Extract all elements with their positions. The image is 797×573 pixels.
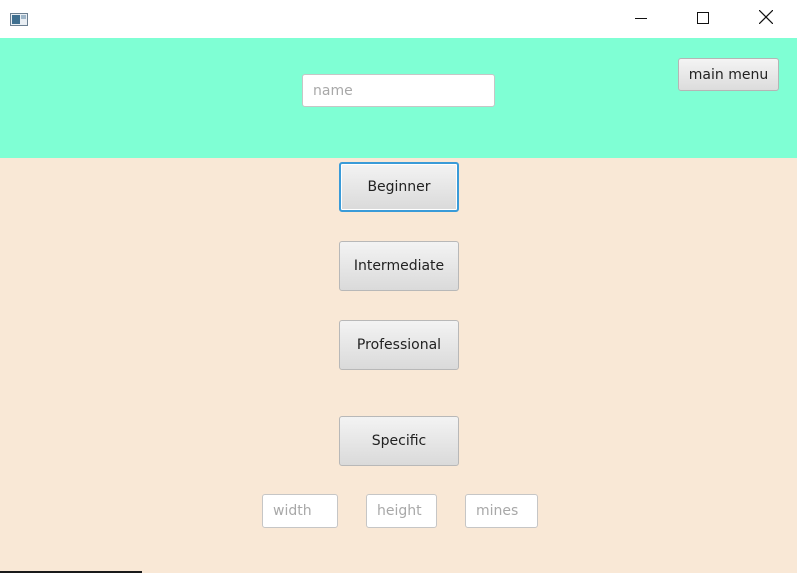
close-button[interactable] <box>735 0 797 36</box>
title-bar <box>0 0 797 38</box>
minimize-button[interactable] <box>610 0 672 36</box>
app-window: main menu Beginner Intermediate Professi… <box>0 0 797 573</box>
minimize-icon <box>635 9 647 28</box>
intermediate-button[interactable]: Intermediate <box>339 241 459 291</box>
name-input[interactable] <box>302 74 495 107</box>
professional-button[interactable]: Professional <box>339 320 459 370</box>
main-menu-button[interactable]: main menu <box>678 58 779 91</box>
maximize-icon <box>697 9 709 28</box>
maximize-button[interactable] <box>672 0 734 36</box>
close-icon <box>758 9 774 28</box>
width-input[interactable] <box>262 494 338 528</box>
header-panel: main menu <box>0 38 797 158</box>
specific-button[interactable]: Specific <box>339 416 459 466</box>
mines-input[interactable] <box>465 494 538 528</box>
beginner-button[interactable]: Beginner <box>339 162 459 212</box>
difficulty-panel: Beginner Intermediate Professional Speci… <box>0 158 797 573</box>
window-app-icon <box>10 11 28 26</box>
height-input[interactable] <box>366 494 437 528</box>
